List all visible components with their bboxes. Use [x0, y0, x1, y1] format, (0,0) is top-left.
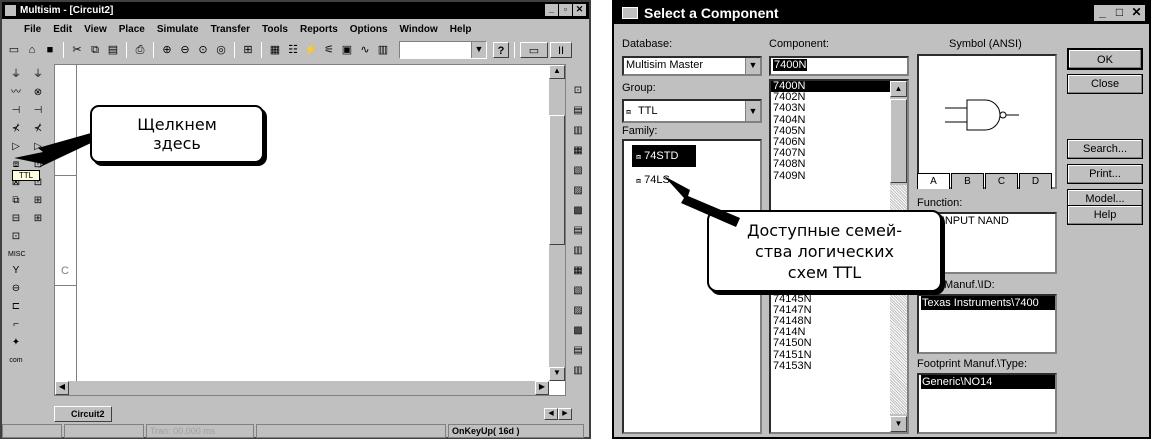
arrow-to-family-list: [664, 176, 740, 227]
callout-arrows-2: [664, 176, 740, 227]
